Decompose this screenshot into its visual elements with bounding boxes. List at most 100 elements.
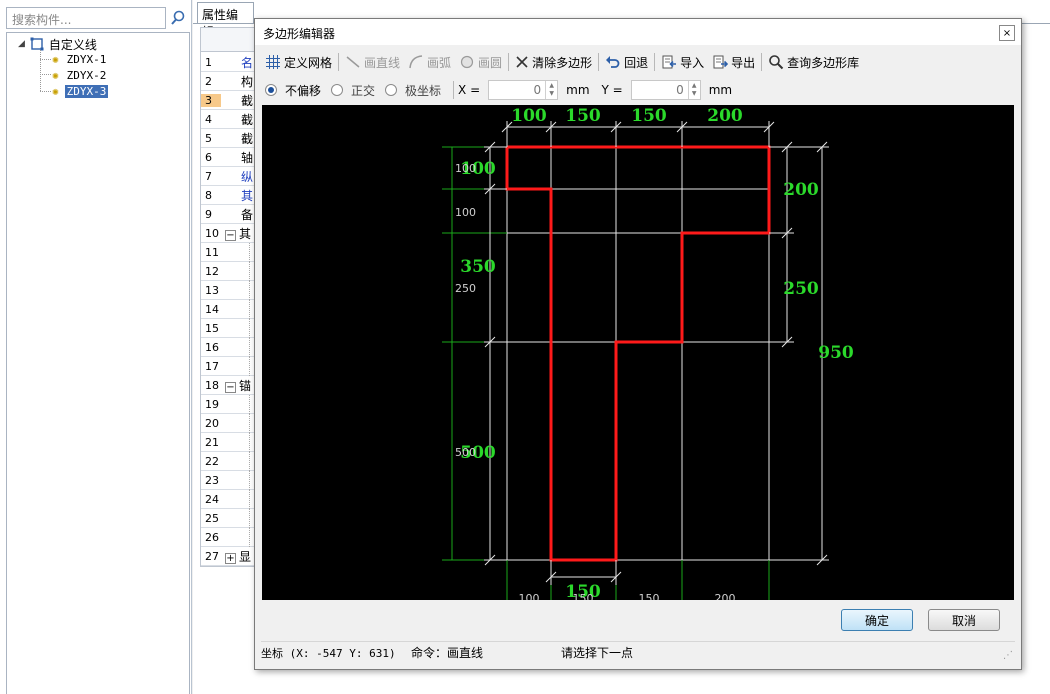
collapse-icon[interactable]: − xyxy=(225,229,236,241)
radio-polar[interactable]: 极坐标 xyxy=(385,82,441,99)
row-number: 2 xyxy=(205,74,212,88)
tree-root-custom-line[interactable]: ◢ 自定义线 xyxy=(18,36,97,52)
line-icon xyxy=(345,54,361,70)
draw-circle-button[interactable]: 画圆 xyxy=(455,51,506,73)
resize-grip-icon[interactable]: ⋰ xyxy=(1003,650,1013,661)
tree-item-zdyx-3[interactable]: ✺ ZDYX-3 xyxy=(52,83,109,99)
arc-icon xyxy=(408,54,424,70)
toolbar-separator xyxy=(598,53,600,71)
radio-dot xyxy=(385,84,398,96)
define-grid-button[interactable]: 定义网格 xyxy=(261,51,336,73)
clear-x-icon xyxy=(515,55,529,69)
polygon-outline xyxy=(505,145,771,562)
component-tree xyxy=(6,32,190,694)
row-number: 16 xyxy=(205,340,219,354)
grid-spacing-label: 100 xyxy=(455,206,476,219)
grid-spacing-label: 500 xyxy=(455,446,476,459)
polygon-drawing: 100 150 150 2002002509501003505001001002505… xyxy=(442,106,854,600)
import-button[interactable]: 导入 xyxy=(657,51,708,73)
row-number: 25 xyxy=(205,511,219,525)
grid-spacing-label: 150 xyxy=(639,592,660,600)
grid-spacing-label: 250 xyxy=(455,282,476,295)
row-number: 17 xyxy=(205,359,219,373)
toolbar-separator xyxy=(338,53,340,71)
row-number: 24 xyxy=(205,492,219,506)
tree-item-zdyx-2[interactable]: ✺ ZDYX-2 xyxy=(52,67,108,83)
top-dimension-label: 150 xyxy=(631,106,667,126)
tree-item-zdyx-1[interactable]: ✺ ZDYX-1 xyxy=(52,51,108,67)
x-coordinate-input[interactable]: 0 ▲ ▼ xyxy=(488,80,559,100)
top-dimension-label: 100 xyxy=(511,106,547,126)
group-label: 锚 xyxy=(239,378,252,393)
y-coordinate-input[interactable]: 0 ▲ ▼ xyxy=(630,80,701,100)
spinner-arrows-icon[interactable]: ▲ ▼ xyxy=(687,81,700,99)
status-coordinates: 坐标 (X: -547 Y: 631) xyxy=(261,646,396,660)
collapse-icon[interactable]: − xyxy=(225,381,236,393)
magnifier-icon xyxy=(768,54,784,70)
export-icon xyxy=(712,54,729,70)
drawing-canvas[interactable]: 100 150 150 200 200 250 950 100 350 500 100 100 250 5… xyxy=(262,105,1014,600)
component-gear-icon: ✺ xyxy=(52,68,59,82)
left-dimension-label: 350 xyxy=(460,257,496,277)
draw-line-button[interactable]: 画直线 xyxy=(341,51,404,73)
grid-spacing-label: 100 xyxy=(455,162,476,175)
dialog-title: 多边形编辑器 xyxy=(255,19,1021,45)
spinner-arrows-icon[interactable]: ▲ ▼ xyxy=(545,81,557,99)
top-dimension-label: 200 xyxy=(707,106,743,126)
toolbar-separator xyxy=(508,53,510,71)
polygon-icon xyxy=(30,37,44,51)
x-label: X = xyxy=(458,83,481,97)
top-dimension-label: 150 xyxy=(565,106,601,126)
row-number: 7 xyxy=(205,169,212,183)
row-number: 11 xyxy=(205,245,219,259)
radio-orthogonal[interactable]: 正交 xyxy=(331,82,375,99)
row-number: 18 xyxy=(205,378,219,392)
row-number: 10 xyxy=(205,226,219,240)
y-label: Y = xyxy=(601,83,623,97)
row-number: 14 xyxy=(205,302,219,316)
grid-icon xyxy=(265,54,281,70)
row-number: 1 xyxy=(205,55,212,69)
search-input[interactable]: 搜索构件... xyxy=(6,7,166,29)
snap-options-bar: 不偏移 正交 极坐标 X = 0 ▲ ▼ mm Y = 0 ▲ ▼ mm xyxy=(261,77,1013,103)
query-polygon-library-button[interactable]: 查询多边形库 xyxy=(764,51,863,73)
radio-dot xyxy=(265,84,277,96)
ok-button[interactable]: 确定 xyxy=(841,609,913,631)
status-prompt: 请选择下一点 xyxy=(561,646,634,660)
collapse-arrow-icon[interactable]: ◢ xyxy=(18,39,25,49)
row-number: 9 xyxy=(205,207,212,221)
import-icon xyxy=(661,54,677,70)
draw-arc-button[interactable]: 画弧 xyxy=(404,51,455,73)
right-dimension-label: 250 xyxy=(783,279,819,299)
undo-button[interactable]: 回退 xyxy=(601,51,652,73)
row-number: 8 xyxy=(205,188,212,202)
row-number: 12 xyxy=(205,264,219,278)
grid-spacing-label: 200 xyxy=(715,592,736,600)
grid-spacing-label: 100 xyxy=(519,592,540,600)
tree-root-label: 自定义线 xyxy=(48,37,97,52)
status-bar: 坐标 (X: -547 Y: 631) 命令：画直线 请选择下一点 ⋰ xyxy=(261,641,1015,663)
tab-property-edit[interactable]: 属性编辑 xyxy=(197,2,254,39)
export-button[interactable]: 导出 xyxy=(708,51,759,73)
toolbar-separator xyxy=(761,53,763,71)
close-button[interactable]: × xyxy=(999,25,1015,41)
toolbar-separator xyxy=(654,53,656,71)
right-total-dimension-label: 950 xyxy=(818,343,854,363)
search-icon[interactable] xyxy=(167,7,189,29)
cancel-button[interactable]: 取消 xyxy=(928,609,1000,631)
row-number: 15 xyxy=(205,321,219,335)
circle-icon xyxy=(459,54,475,70)
row-number: 20 xyxy=(205,416,219,430)
row-number: 4 xyxy=(205,112,212,126)
component-gear-icon: ✺ xyxy=(52,52,59,66)
row-number: 3 xyxy=(201,93,221,107)
row-number: 13 xyxy=(205,283,219,297)
clear-polygon-button[interactable]: 清除多边形 xyxy=(511,51,596,73)
polygon-editor-dialog: 多边形编辑器 × 定义网格 画直线 画弧 画圆 清除多边形 回退 导入 导出 查… xyxy=(254,18,1022,670)
editor-toolbar: 定义网格 画直线 画弧 画圆 清除多边形 回退 导入 导出 查询多边形库 xyxy=(261,49,1013,75)
radio-no-offset[interactable]: 不偏移 xyxy=(265,82,321,99)
radio-dot xyxy=(331,84,344,96)
expand-icon[interactable]: + xyxy=(225,552,236,564)
x-unit: mm xyxy=(566,83,590,97)
row-number: 19 xyxy=(205,397,219,411)
